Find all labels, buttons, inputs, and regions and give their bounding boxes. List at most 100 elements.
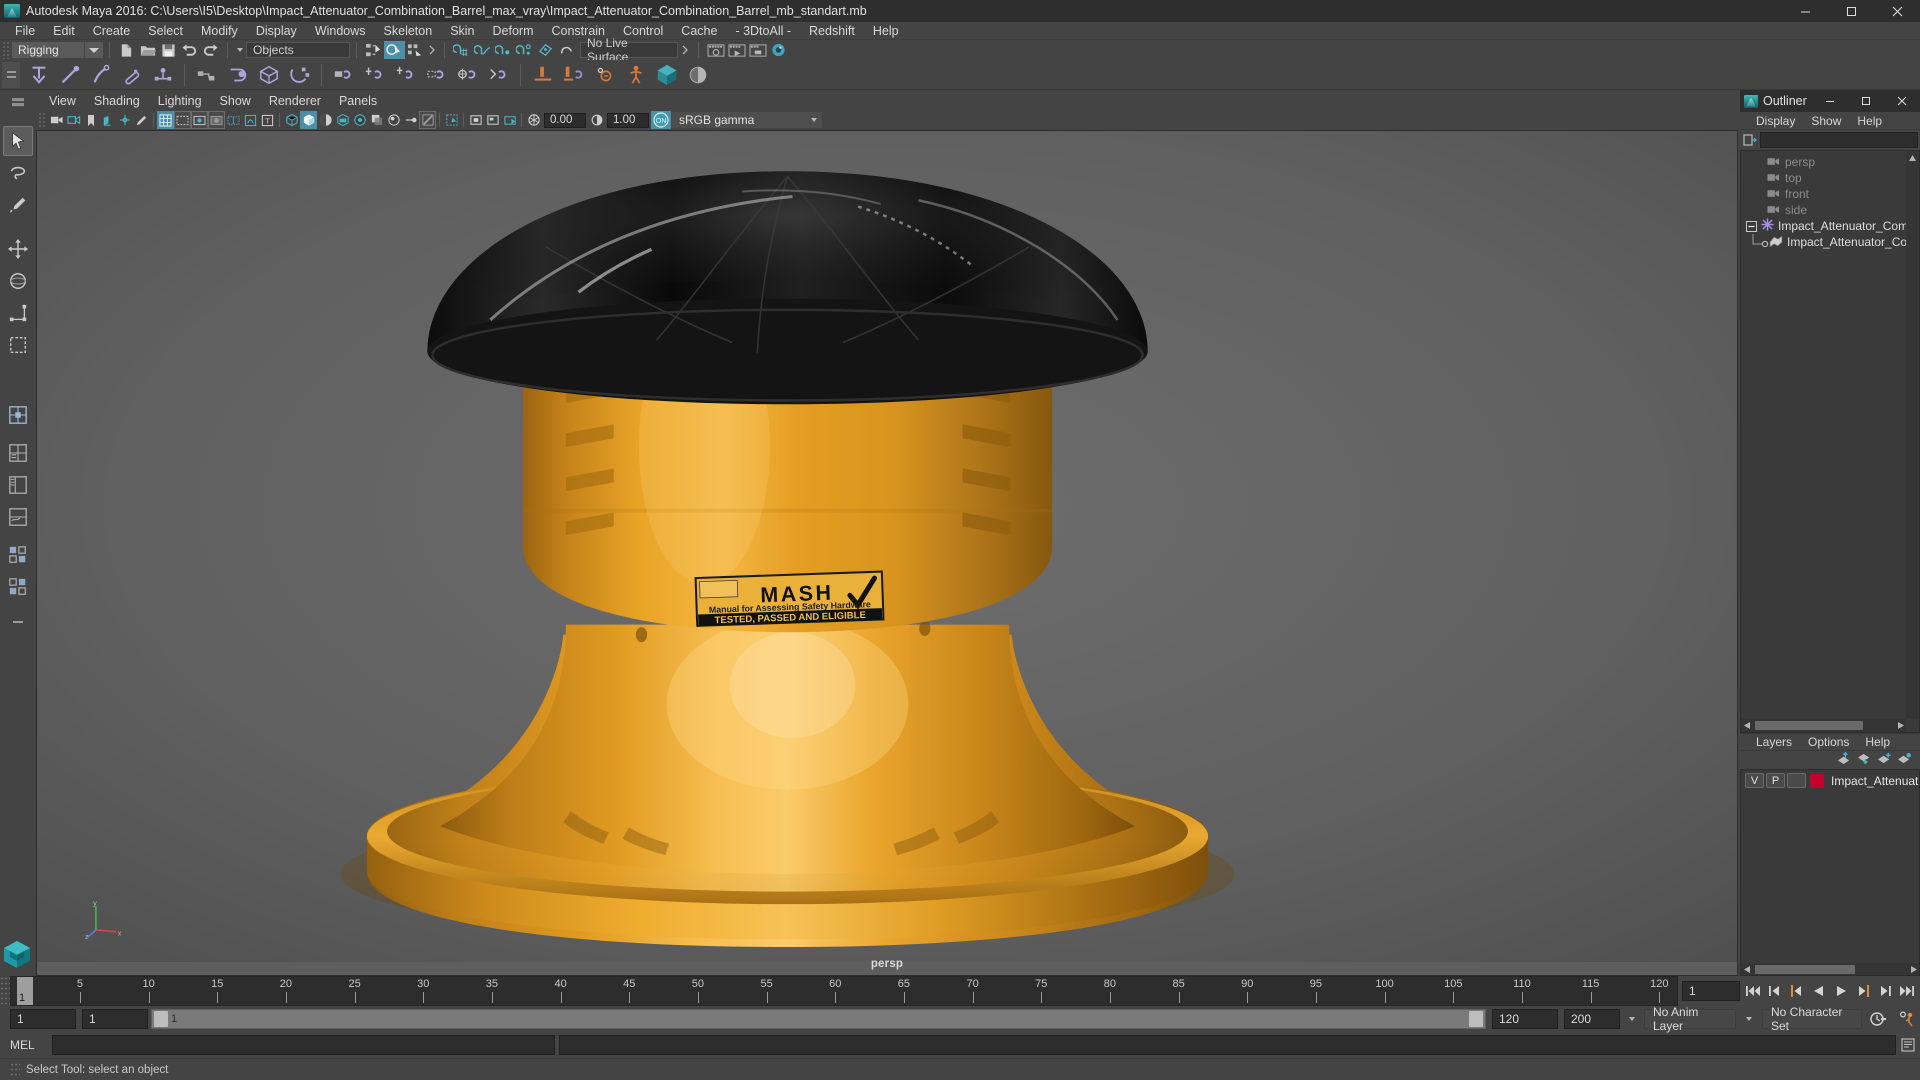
scroll-left-icon[interactable] xyxy=(1741,963,1752,976)
outliner-minimize-button[interactable] xyxy=(1812,90,1848,112)
layer-color-swatch[interactable] xyxy=(1810,773,1824,788)
menu-modify[interactable]: Modify xyxy=(192,22,247,40)
xray-icon[interactable] xyxy=(242,111,259,129)
last-tool-icon[interactable] xyxy=(3,330,33,360)
animation-preferences-icon[interactable] xyxy=(1894,1009,1920,1029)
animation-end-field[interactable]: 200 xyxy=(1564,1009,1620,1029)
bind-skin-icon[interactable] xyxy=(527,61,558,89)
select-camera-icon[interactable] xyxy=(48,111,65,129)
scale-constraint-icon[interactable] xyxy=(452,61,483,89)
menu-create[interactable]: Create xyxy=(84,22,140,40)
orient-constraint-icon[interactable] xyxy=(421,61,452,89)
quick-rig-icon[interactable] xyxy=(651,61,682,89)
menu-set-dropdown-arrow[interactable] xyxy=(85,42,103,58)
move-tool-icon[interactable] xyxy=(3,234,33,264)
collapse-toolbox-icon[interactable] xyxy=(3,614,33,630)
create-cluster-icon[interactable] xyxy=(253,61,284,89)
render-settings-icon[interactable] xyxy=(747,41,768,59)
current-frame-field[interactable]: 1 xyxy=(1682,981,1740,1001)
xray-joints-icon[interactable]: T xyxy=(259,111,276,129)
menu-redshift[interactable]: Redshift xyxy=(800,22,864,40)
selection-mask-field[interactable]: Objects xyxy=(246,42,350,58)
play-forwards-icon[interactable] xyxy=(1831,981,1850,1001)
move-layer-down-icon[interactable] xyxy=(1857,752,1872,768)
viewport-menu-view[interactable]: View xyxy=(40,92,85,110)
live-surface-field[interactable]: No Live Surface xyxy=(580,36,678,64)
range-start-field[interactable]: 1 xyxy=(82,1009,148,1029)
save-scene-icon[interactable] xyxy=(158,41,179,59)
human-ik-icon[interactable] xyxy=(620,61,651,89)
snap-view-plane-icon[interactable] xyxy=(535,41,556,59)
menu-cache[interactable]: Cache xyxy=(672,22,726,40)
new-layer-icon[interactable] xyxy=(1877,752,1892,768)
scroll-left-icon[interactable] xyxy=(1741,719,1752,732)
scroll-right-icon[interactable] xyxy=(1908,963,1919,976)
auto-keyframe-icon[interactable] xyxy=(1865,1009,1891,1029)
outliner-item-front[interactable]: front xyxy=(1741,186,1919,202)
bookmarks-icon[interactable] xyxy=(82,111,99,129)
step-back-keyframe-icon[interactable] xyxy=(1765,981,1784,1001)
go-to-end-icon[interactable] xyxy=(1897,981,1916,1001)
scale-tool-icon[interactable] xyxy=(3,298,33,328)
layers-menu-layers[interactable]: Layers xyxy=(1748,733,1800,751)
layers-menu-help[interactable]: Help xyxy=(1857,733,1898,751)
play-backwards-icon[interactable] xyxy=(1809,981,1828,1001)
chevron-down-icon[interactable] xyxy=(811,118,817,122)
menu-display[interactable]: Display xyxy=(247,22,306,40)
shaded-wireframe-icon[interactable] xyxy=(317,111,334,129)
menu-skeleton[interactable]: Skeleton xyxy=(375,22,442,40)
open-scene-icon[interactable] xyxy=(137,41,158,59)
go-to-start-icon[interactable] xyxy=(1743,981,1762,1001)
four-view-layout-icon[interactable] xyxy=(3,438,33,468)
viewport-menu-lighting[interactable]: Lighting xyxy=(149,92,211,110)
render-current-frame-icon[interactable] xyxy=(705,41,726,59)
menu-select[interactable]: Select xyxy=(139,22,192,40)
current-time-indicator[interactable]: 1 xyxy=(17,977,33,1005)
color-management-selector[interactable]: sRGB gamma xyxy=(672,112,822,128)
range-slider[interactable]: 1 xyxy=(151,1009,1486,1029)
viewport-menu-panels[interactable]: Panels xyxy=(330,92,386,110)
command-language-label[interactable]: MEL xyxy=(10,1038,52,1052)
make-live-icon[interactable] xyxy=(556,41,577,59)
gamma-icon[interactable] xyxy=(588,111,605,129)
character-set-selector[interactable]: No Character Set xyxy=(1762,1005,1862,1033)
ao-icon[interactable] xyxy=(385,111,402,129)
exposure-icon[interactable] xyxy=(525,111,542,129)
layers-hscroll-thumb[interactable] xyxy=(1755,964,1855,974)
layer-shading-toggle[interactable] xyxy=(1787,773,1806,788)
menu-deform[interactable]: Deform xyxy=(484,22,543,40)
mirror-joint-icon[interactable] xyxy=(191,61,222,89)
persp-outliner-layout-icon[interactable] xyxy=(3,470,33,500)
outliner-item-impact-attenuator-group[interactable]: Impact_Attenuator_Combina xyxy=(1741,218,1919,234)
grid-toggle-icon[interactable] xyxy=(157,111,174,129)
animation-start-field[interactable]: 1 xyxy=(10,1009,76,1029)
outliner-item-impact-attenuator-mesh[interactable]: Impact_Attenuator_Comb xyxy=(1741,234,1919,250)
menu-skin[interactable]: Skin xyxy=(441,22,483,40)
create-joint-icon[interactable] xyxy=(23,61,54,89)
layers-menu-options[interactable]: Options xyxy=(1800,733,1857,751)
selection-mask-dropdown-arrow[interactable] xyxy=(234,41,246,59)
outliner-close-button[interactable] xyxy=(1884,90,1920,112)
viewport-menu-renderer[interactable]: Renderer xyxy=(260,92,330,110)
create-skeleton-icon[interactable] xyxy=(147,61,178,89)
select-component-icon[interactable] xyxy=(405,41,426,59)
frame-selection-icon[interactable] xyxy=(467,111,484,129)
film-origin-icon[interactable] xyxy=(225,111,242,129)
persp-graph-layout-icon[interactable] xyxy=(3,502,33,532)
single-view-layout-icon[interactable] xyxy=(3,400,33,430)
toggle-render-view-icon[interactable] xyxy=(768,41,789,59)
grease-pencil-icon[interactable] xyxy=(133,111,150,129)
menu-file[interactable]: File xyxy=(6,22,44,40)
resolution-gate-icon[interactable] xyxy=(191,111,208,129)
viewport-menu-show[interactable]: Show xyxy=(211,92,260,110)
outliner-menu-help[interactable]: Help xyxy=(1849,112,1890,130)
expand-collapse-icon[interactable] xyxy=(1745,220,1757,232)
image-plane-icon[interactable] xyxy=(99,111,116,129)
rotate-tool-icon[interactable] xyxy=(3,266,33,296)
statusline-grip[interactable] xyxy=(2,41,10,59)
shelf-tab-icon[interactable] xyxy=(2,61,20,88)
close-button[interactable] xyxy=(1874,0,1920,22)
wireframe-icon[interactable] xyxy=(283,111,300,129)
layer-playback-toggle[interactable]: P xyxy=(1766,773,1785,788)
aim-constraint-icon[interactable] xyxy=(390,61,421,89)
